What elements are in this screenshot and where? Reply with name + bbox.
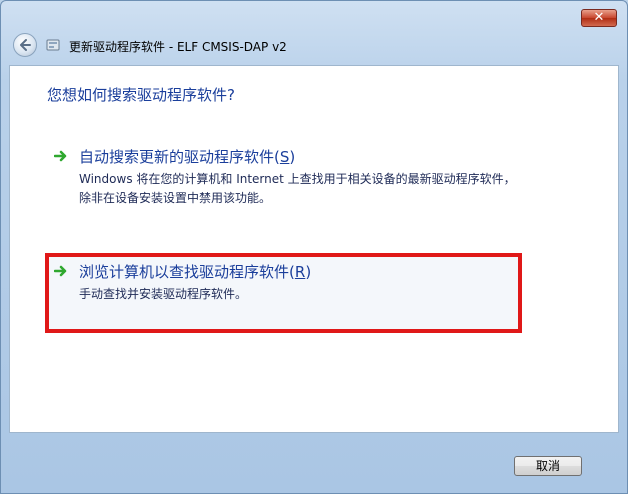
cancel-button[interactable]: 取消 — [514, 456, 582, 476]
auto-search-option[interactable]: 自动搜索更新的驱动程序软件(S) Windows 将在您的计算机和 Intern… — [46, 146, 522, 206]
back-button[interactable] — [13, 33, 37, 57]
navigation-bar: 更新驱动程序软件 - ELF CMSIS-DAP v2 — [1, 29, 627, 65]
titlebar[interactable]: ✕ — [1, 1, 627, 29]
auto-search-title[interactable]: 自动搜索更新的驱动程序软件(S) — [79, 146, 295, 167]
green-arrow-icon — [54, 265, 67, 277]
content-panel: 您想如何搜索驱动程序软件? 自动搜索更新的驱动程序软件(S) Windows 将… — [9, 65, 619, 433]
footer: 取消 — [1, 433, 627, 493]
close-button[interactable]: ✕ — [581, 9, 617, 27]
page-heading: 您想如何搜索驱动程序软件? — [47, 86, 235, 104]
auto-search-description: Windows 将在您的计算机和 Internet 上查找用于相关设备的最新驱动… — [79, 172, 516, 205]
browse-computer-title[interactable]: 浏览计算机以查找驱动程序软件(R) — [79, 261, 311, 282]
back-arrow-icon — [20, 39, 31, 51]
browse-computer-description: 手动查找并安装驱动程序软件。 — [79, 287, 248, 301]
window-title: 更新驱动程序软件 - ELF CMSIS-DAP v2 — [69, 40, 287, 54]
browse-computer-option[interactable]: 浏览计算机以查找驱动程序软件(R) 手动查找并安装驱动程序软件。 — [45, 253, 522, 333]
close-icon: ✕ — [593, 10, 605, 25]
device-wizard-icon — [46, 39, 60, 51]
green-arrow-icon — [54, 150, 67, 162]
wizard-window: ✕ 更新驱动程序软件 - ELF CMSIS-DAP v2 您想如何搜索驱动程序… — [0, 0, 628, 494]
